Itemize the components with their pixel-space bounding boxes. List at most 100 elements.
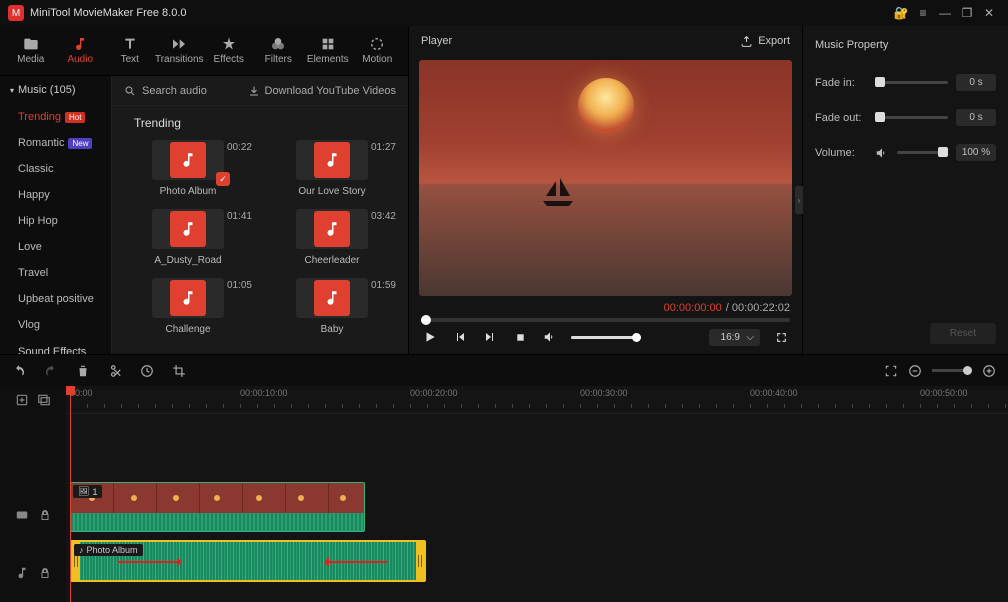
sidebar-item-classic[interactable]: Classic [0,156,111,182]
audio-track-icon [15,566,29,580]
fadein-slider[interactable] [875,81,948,84]
search-icon [124,85,136,97]
trim-arrow-right [118,561,178,563]
sidebar-item-hiphop[interactable]: Hip Hop [0,208,111,234]
zoom-fit-button[interactable] [884,364,898,378]
tab-transitions[interactable]: Transitions [155,26,205,75]
sidebar-group-soundeffects[interactable]: Sound Effects (47) [0,338,111,354]
fadeout-label: Fade out: [815,112,867,124]
prev-button[interactable] [451,328,469,346]
fadeout-slider[interactable] [875,116,948,119]
sidebar-item-romantic[interactable]: RomanticNew [0,130,111,156]
audio-library: Search audio Download YouTube Videos Tre… [112,76,408,354]
timeline-ruler[interactable]: 00:0000:00:10:0000:00:20:0000:00:30:0000… [66,386,1008,414]
library-section-title: Trending [134,116,400,130]
sidebar-group-music[interactable]: Music (105) [0,76,111,104]
split-button[interactable] [108,364,122,378]
video-lock-icon[interactable] [39,509,51,521]
sidebar-item-trending[interactable]: TrendingHot [0,104,111,130]
player-title: Player [421,35,452,47]
audio-card[interactable]: 01:05Challenge [120,278,256,335]
audio-track[interactable]: ♪ Photo Album [66,536,1008,594]
tab-audio[interactable]: Audio [56,26,106,75]
key-icon[interactable]: 🔐 [890,4,912,22]
minimize-button[interactable]: — [934,4,956,22]
speaker-icon [875,146,889,160]
video-track-icon [15,508,29,522]
audio-card[interactable]: 03:42Cheerleader [264,209,400,266]
timeline-toolbar [0,354,1008,386]
volume-label: Volume: [815,147,867,159]
clip-handle-right[interactable] [416,542,424,580]
audio-card[interactable]: 01:59Baby [264,278,400,335]
timeline-tracks[interactable]: 00:0000:00:10:0000:00:20:0000:00:30:0000… [66,386,1008,602]
volume-value[interactable]: 100 % [956,144,996,161]
playhead[interactable] [70,386,71,602]
properties-title: Music Property [815,34,996,56]
video-track[interactable]: 🖼 1 [66,478,1008,536]
trim-arrow-left [328,561,388,563]
tab-effects[interactable]: Effects [204,26,254,75]
audio-card[interactable]: 01:41A_Dusty_Road [120,209,256,266]
zoom-in-button[interactable] [982,364,996,378]
sidebar-item-travel[interactable]: Travel [0,260,111,286]
play-button[interactable] [421,328,439,346]
tab-elements[interactable]: Elements [303,26,353,75]
tab-filters[interactable]: Filters [254,26,304,75]
fullscreen-button[interactable] [772,328,790,346]
close-button[interactable]: ✕ [978,4,1000,22]
tab-text[interactable]: Text [105,26,155,75]
video-track-header [0,486,66,544]
download-youtube-link[interactable]: Download YouTube Videos [248,85,397,97]
fadein-value[interactable]: 0 s [956,74,996,91]
maximize-button[interactable]: ❐ [956,4,978,22]
preview-boat [538,176,578,206]
zoom-slider[interactable] [932,369,972,372]
fadeout-value[interactable]: 0 s [956,109,996,126]
volume-icon[interactable] [541,328,559,346]
progress-bar[interactable] [421,318,790,322]
crop-button[interactable] [172,364,186,378]
audio-lock-icon[interactable] [39,567,51,579]
search-audio[interactable]: Search audio [124,85,230,97]
delete-button[interactable] [76,364,90,378]
undo-button[interactable] [12,364,26,378]
app-title: MiniTool MovieMaker Free 8.0.0 [30,7,890,19]
speed-button[interactable] [140,364,154,378]
stop-button[interactable] [511,328,529,346]
track-layers-icon[interactable] [37,393,51,407]
category-sidebar: Music (105) TrendingHot RomanticNew Clas… [0,76,112,354]
audio-card[interactable]: 00:22✓Photo Album [120,140,256,197]
preview-window[interactable] [419,60,792,296]
download-icon [248,85,260,97]
sidebar-item-upbeat[interactable]: Upbeat positive [0,286,111,312]
time-current: 00:00:00:00 [664,302,722,314]
tab-media[interactable]: Media [6,26,56,75]
redo-button[interactable] [44,364,58,378]
audio-clip[interactable]: ♪ Photo Album [70,540,426,582]
audio-clip-label: ♪ Photo Album [74,544,143,556]
volume-slider[interactable] [571,336,641,339]
next-button[interactable] [481,328,499,346]
player-panel: Player Export 00:00:00:00 / 00:00:22:02 [408,26,802,354]
reset-button[interactable]: Reset [930,323,996,344]
aspect-ratio-select[interactable]: 16:9 [709,329,760,346]
sidebar-item-vlog[interactable]: Vlog [0,312,111,338]
sidebar-item-happy[interactable]: Happy [0,182,111,208]
video-clip[interactable]: 🖼 1 [70,482,365,532]
tab-motion[interactable]: Motion [353,26,403,75]
menu-icon[interactable]: ≡ [912,4,934,22]
app-logo: M [8,5,24,21]
volume-slider-prop[interactable] [897,151,948,154]
fadein-label: Fade in: [815,77,867,89]
progress-handle[interactable] [421,315,431,325]
export-button[interactable]: Export [740,35,790,48]
clip-badge: 🖼 1 [73,485,102,498]
zoom-out-button[interactable] [908,364,922,378]
add-track-icon[interactable] [15,393,29,407]
audio-track-header [0,544,66,602]
titlebar: M MiniTool MovieMaker Free 8.0.0 🔐 ≡ — ❐… [0,0,1008,26]
sidebar-item-love[interactable]: Love [0,234,111,260]
panel-collapse-toggle[interactable]: › [795,186,803,214]
audio-card[interactable]: 01:27Our Love Story [264,140,400,197]
